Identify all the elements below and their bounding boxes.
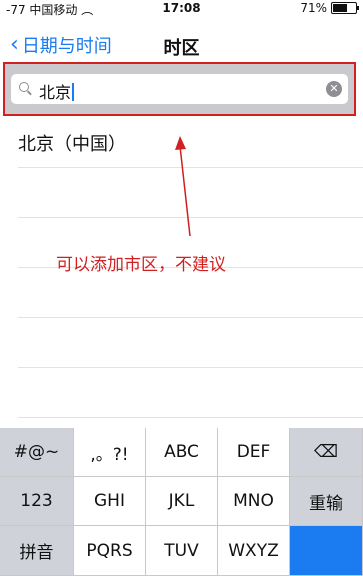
key-tuv[interactable]: TUV <box>146 526 218 576</box>
key-wxyz[interactable]: WXYZ <box>218 526 290 576</box>
key-pinyin[interactable]: 拼音 <box>0 526 74 576</box>
key-mno[interactable]: MNO <box>218 477 290 526</box>
delete-key[interactable]: ⌫ <box>290 428 363 477</box>
keyboard: #@~ ,。?! ABC DEF ⌫ 123 GHI JKL MNO 重输 拼音… <box>0 428 363 576</box>
key-numbers[interactable]: 123 <box>0 477 74 526</box>
key-pqrs[interactable]: PQRS <box>74 526 146 576</box>
key-punctuation[interactable]: ,。?! <box>74 428 146 477</box>
key-symbols[interactable]: #@~ <box>0 428 74 477</box>
annotation-note: 可以添加市区，不建议 <box>56 255 226 275</box>
key-def[interactable]: DEF <box>218 428 290 477</box>
key-jkl[interactable]: JKL <box>146 477 218 526</box>
delete-icon: ⌫ <box>313 442 339 462</box>
retype-key[interactable]: 重输 <box>290 477 363 526</box>
key-ghi[interactable]: GHI <box>74 477 146 526</box>
confirm-key[interactable] <box>290 526 363 576</box>
key-abc[interactable]: ABC <box>146 428 218 477</box>
